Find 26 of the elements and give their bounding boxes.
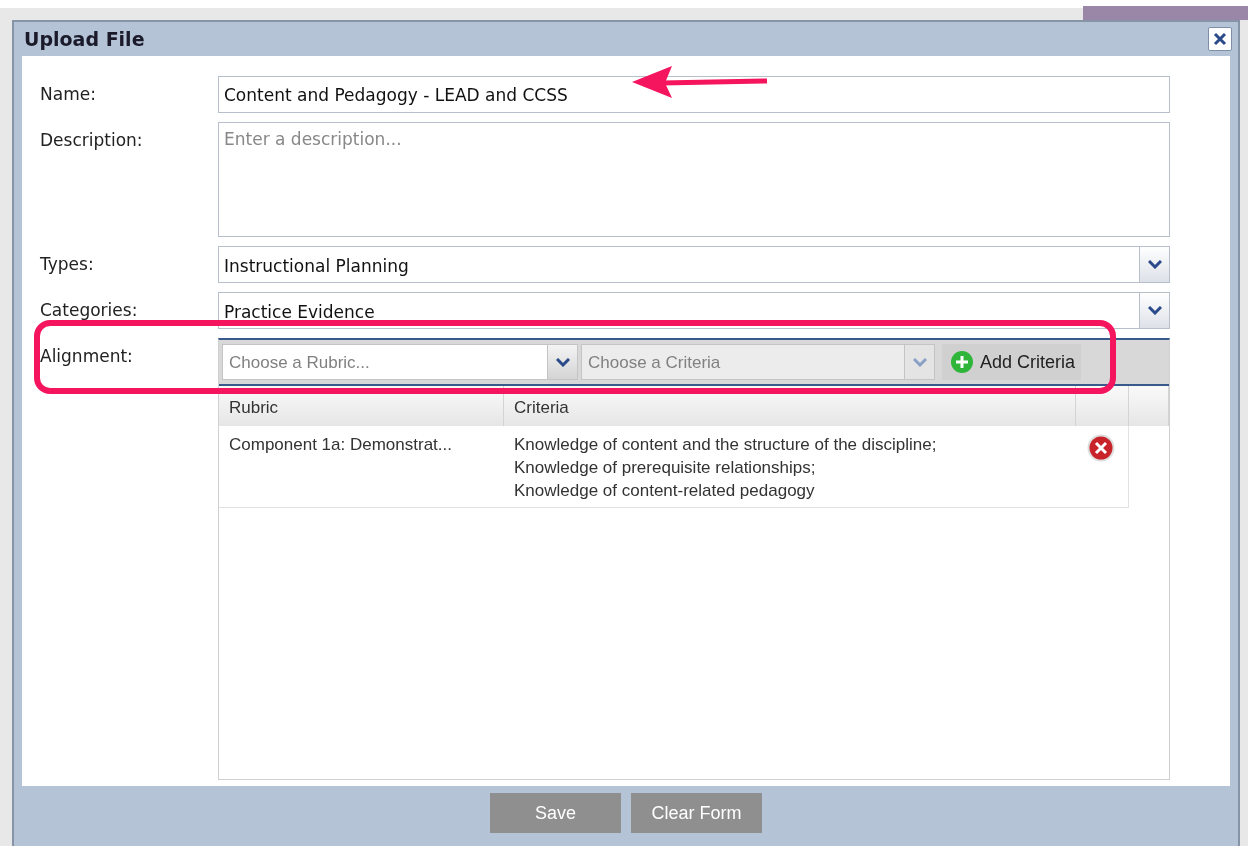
dropdown-field[interactable]: Instructional Planning bbox=[218, 246, 1170, 283]
close-icon bbox=[1213, 32, 1227, 46]
delete-icon bbox=[1087, 434, 1115, 462]
field-label: Description: bbox=[40, 129, 144, 152]
field-label: Alignment: bbox=[40, 345, 134, 368]
chevron-down-icon bbox=[1147, 260, 1162, 269]
close-button[interactable] bbox=[1208, 27, 1232, 51]
chevron-down-icon bbox=[555, 357, 570, 367]
name-field[interactable]: Content and Pedagogy - LEAD and CCSS bbox=[218, 76, 1170, 113]
field-label: Types: bbox=[40, 253, 95, 276]
plus-icon bbox=[950, 350, 974, 374]
chevron-down-icon bbox=[912, 357, 927, 367]
dropdown-button[interactable] bbox=[1139, 293, 1169, 328]
dropdown-field[interactable]: Practice Evidence bbox=[218, 292, 1170, 329]
window-title: Upload File bbox=[24, 28, 145, 50]
description-field[interactable]: Enter a description... bbox=[218, 122, 1170, 237]
table-cell: Knowledge of content and the structure of the discipline; Knowledge of prerequisite relationships; Knowledge of content-related pedagogy bbox=[504, 426, 1076, 508]
add-criteria-button[interactable]: Add Criteria bbox=[942, 344, 1082, 380]
table-cell: Component 1a: Demonstrat... bbox=[219, 426, 504, 508]
dropdown-button[interactable] bbox=[1139, 247, 1169, 282]
delete-button[interactable] bbox=[1086, 434, 1116, 464]
rubric-dropdown[interactable]: Choose a Rubric... bbox=[222, 344, 578, 380]
field-label: Name: bbox=[40, 83, 97, 106]
dropdown-button[interactable] bbox=[547, 345, 577, 379]
field-label: Categories: bbox=[40, 299, 139, 322]
chevron-down-icon bbox=[1147, 306, 1162, 315]
